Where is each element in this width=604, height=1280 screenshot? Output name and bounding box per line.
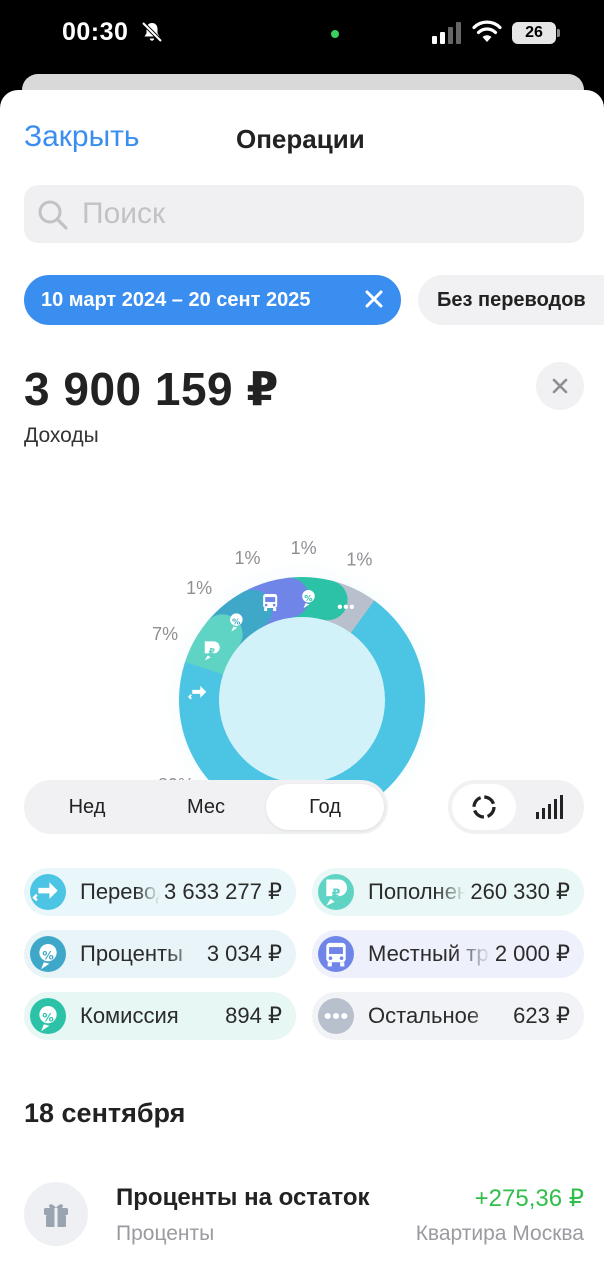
close-icon — [552, 378, 568, 394]
percent-icon: % — [39, 943, 57, 970]
bell-muted-icon — [141, 21, 163, 43]
income-total: 3 900 159 ₽ — [24, 363, 279, 415]
operation-row[interactable]: Проценты на остаток Проценты +275,36 ₽ К… — [0, 1170, 604, 1260]
operation-account: Квартира Москва — [415, 1222, 584, 1245]
percent-icon: % — [39, 1005, 57, 1032]
operation-title: Проценты на остаток — [116, 1184, 370, 1211]
category-icon: % — [30, 998, 66, 1034]
svg-text:₽: ₽ — [332, 886, 341, 901]
category-pill[interactable]: 623 ₽ Остальное — [312, 992, 584, 1040]
bus-icon — [326, 942, 346, 967]
category-icon: % — [30, 936, 66, 972]
search-icon — [38, 200, 68, 230]
slice-more-icon — [337, 604, 355, 610]
category-icon — [318, 936, 354, 972]
category-name: Пополнения — [368, 879, 466, 904]
without-transfers-label: Без переводов — [437, 289, 586, 311]
category-name: Проценты — [80, 941, 183, 966]
period-week[interactable]: Нед — [28, 784, 146, 830]
category-name: Остальное — [368, 1003, 480, 1028]
category-pill[interactable]: 2 000 ₽Местный транспорт — [312, 930, 584, 978]
period-selector: Нед Мес Год — [24, 780, 388, 834]
day-header: 18 сентября — [24, 1098, 186, 1128]
category-icon — [30, 874, 66, 910]
category-pill[interactable]: % 894 ₽ Комиссия — [24, 992, 296, 1040]
svg-text:%: % — [304, 593, 313, 603]
privacy-indicator — [331, 30, 339, 38]
svg-text:₽: ₽ — [209, 647, 215, 657]
clear-summary-button[interactable] — [536, 362, 584, 410]
operations-sheet: Закрыть Операции 10 март 2024 – 20 сент … — [0, 90, 604, 1280]
category-amount: 260 330 ₽ — [470, 879, 570, 904]
wifi-icon — [472, 20, 502, 42]
operation-icon — [24, 1182, 88, 1246]
slice-percent-label: 1% — [291, 538, 317, 558]
category-icon: ₽ — [318, 874, 354, 910]
slice-percent-label: 1% — [235, 548, 261, 568]
status-time: 00:30 — [62, 18, 129, 46]
category-pill[interactable]: % 3 034 ₽ Проценты — [24, 930, 296, 978]
without-transfers-filter-chip[interactable]: Без переводов — [418, 275, 604, 325]
close-button[interactable]: Закрыть — [24, 120, 140, 154]
ruble-icon: ₽ — [326, 879, 348, 906]
bar-chart-icon — [536, 795, 563, 819]
slice-percent-label: 1% — [186, 578, 212, 598]
slice-percent-label: 7% — [152, 624, 178, 644]
category-amount: 3 633 277 ₽ — [164, 879, 282, 904]
chart-view-toggle — [448, 780, 584, 834]
category-pill[interactable]: 3 633 277 ₽Переводы — [24, 868, 296, 916]
page-title: Операции — [236, 124, 365, 154]
category-amount: 894 ₽ — [225, 1003, 282, 1028]
category-name: Переводы — [80, 879, 160, 904]
transfer-icon — [32, 882, 58, 902]
close-icon[interactable] — [363, 288, 385, 310]
svg-text:%: % — [232, 617, 241, 627]
category-amount: 623 ₽ — [513, 1003, 570, 1028]
more-icon — [324, 1012, 348, 1020]
category-pill[interactable]: ₽260 330 ₽Пополнения — [312, 868, 584, 916]
period-month[interactable]: Мес — [147, 784, 265, 830]
slice-percent-label: 1% — [346, 549, 372, 569]
category-icon — [318, 998, 354, 1034]
category-amount: 3 034 ₽ — [206, 941, 282, 966]
donut-icon — [472, 795, 496, 819]
date-range-label: 10 март 2024 – 20 сент 2025 — [41, 289, 311, 311]
search-input[interactable] — [82, 191, 562, 237]
category-amount: 2 000 ₽ — [494, 941, 570, 966]
income-label: Доходы — [24, 424, 99, 447]
period-year[interactable]: Год — [266, 784, 384, 830]
gift-icon — [44, 1204, 68, 1227]
operation-category: Проценты — [116, 1222, 215, 1245]
cellular-signal-icon — [432, 22, 461, 44]
category-name: Местный транспорт — [368, 941, 491, 966]
svg-text:%: % — [42, 949, 54, 963]
status-bar: 00:30 26 — [0, 0, 604, 70]
bar-view-button[interactable] — [516, 784, 580, 830]
operation-amount: +275,36 ₽ — [474, 1185, 584, 1212]
svg-text:%: % — [42, 1011, 54, 1025]
category-name: Комиссия — [80, 1003, 179, 1028]
battery-indicator: 26 — [512, 22, 560, 44]
search-bar[interactable] — [24, 185, 584, 243]
donut-view-button[interactable] — [452, 784, 516, 830]
date-range-filter-chip[interactable]: 10 март 2024 – 20 сент 2025 — [24, 275, 401, 325]
